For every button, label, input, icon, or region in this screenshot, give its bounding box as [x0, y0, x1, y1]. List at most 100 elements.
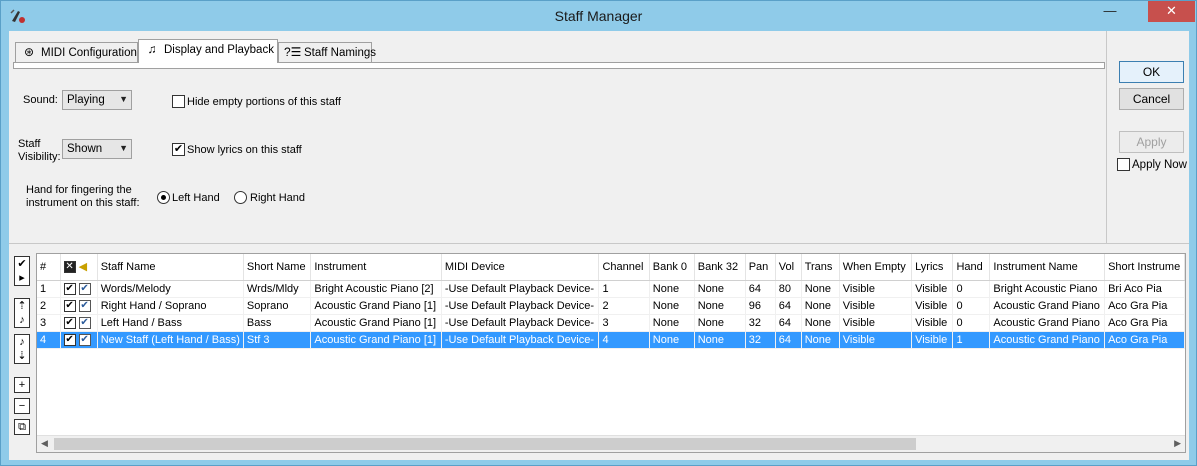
cell-lyrics[interactable]: Visible: [911, 280, 954, 298]
cell-staff-name[interactable]: Words/Melody: [97, 280, 244, 298]
cell-channel[interactable]: 4: [598, 331, 650, 349]
cell-instrument[interactable]: Acoustic Grand Piano [1]: [310, 331, 442, 349]
include-checkbox[interactable]: ✔: [63, 316, 76, 329]
cell-lyrics[interactable]: Visible: [911, 314, 954, 332]
cell-staff-name[interactable]: Left Hand / Bass: [97, 314, 244, 332]
duplicate-staff-tool[interactable]: ⧉: [14, 419, 30, 435]
cell-vol[interactable]: 64: [775, 331, 802, 349]
cell-when-empty[interactable]: Visible: [839, 280, 913, 298]
cell-instrument[interactable]: Bright Acoustic Piano [2]: [310, 280, 442, 298]
play-checkbox[interactable]: ✔: [78, 316, 91, 329]
cell-instrument-name[interactable]: Bright Acoustic Piano: [989, 280, 1106, 298]
cell-vol[interactable]: 80: [775, 280, 802, 298]
cell-short-instrument[interactable]: Aco Gra Pia: [1104, 314, 1185, 332]
col-header-vol[interactable]: Vol: [775, 254, 802, 281]
cell-bank0[interactable]: None: [649, 331, 695, 349]
apply-button[interactable]: Apply: [1119, 131, 1184, 153]
col-header-short-instrument[interactable]: Short Instrume: [1104, 254, 1185, 281]
col-header-instrument-name[interactable]: Instrument Name: [989, 254, 1106, 281]
play-checkbox[interactable]: ✔: [78, 333, 91, 346]
right-hand-radio[interactable]: [234, 191, 247, 204]
cell-trans[interactable]: None: [801, 297, 840, 315]
title-bar[interactable]: Staff Manager — ✕: [1, 1, 1196, 31]
cell-trans[interactable]: None: [801, 331, 840, 349]
cell-short-instrument[interactable]: Aco Gra Pia: [1104, 331, 1185, 349]
cell-trans[interactable]: None: [801, 280, 840, 298]
horizontal-scrollbar[interactable]: ◀ ▶: [37, 435, 1185, 452]
cell-instrument[interactable]: Acoustic Grand Piano [1]: [310, 297, 442, 315]
cell-staff-name[interactable]: Right Hand / Soprano: [97, 297, 244, 315]
cell-hand[interactable]: 1: [952, 331, 991, 349]
tab-staff-namings[interactable]: ?☰ Staff Namings: [278, 42, 376, 62]
col-header-short-name[interactable]: Short Name: [243, 254, 312, 281]
col-header-channel[interactable]: Channel: [598, 254, 650, 281]
col-header-lyrics[interactable]: Lyrics: [911, 254, 954, 281]
cell-bank0[interactable]: None: [649, 314, 695, 332]
play-checkbox[interactable]: ✔: [78, 282, 91, 295]
cell-pan[interactable]: 32: [745, 331, 776, 349]
include-checkbox[interactable]: ✔: [63, 333, 76, 346]
cell-midi-device[interactable]: -Use Default Playback Device-: [441, 331, 600, 349]
table-row[interactable]: 3 ✔ ✔ Left Hand / Bass Bass Acoustic Gra…: [37, 314, 1185, 332]
cell-hand[interactable]: 0: [952, 297, 991, 315]
cell-pan[interactable]: 64: [745, 280, 776, 298]
cell-bank32[interactable]: None: [694, 331, 746, 349]
table-row[interactable]: 1 ✔ ✔ Words/Melody Wrds/Mldy Bright Acou…: [37, 280, 1185, 298]
cell-bank32[interactable]: None: [694, 314, 746, 332]
play-checkbox[interactable]: ✔: [78, 299, 91, 312]
cell-instrument-name[interactable]: Acoustic Grand Piano: [989, 297, 1106, 315]
table-row-selected[interactable]: 4 ✔ ✔ New Staff (Left Hand / Bass) Stf 3…: [37, 331, 1185, 349]
table-row[interactable]: 2 ✔ ✔ Right Hand / Soprano Soprano Acous…: [37, 297, 1185, 315]
cell-short-instrument[interactable]: Bri Aco Pia: [1104, 280, 1185, 298]
col-header-bank32[interactable]: Bank 32: [694, 254, 746, 281]
hide-empty-checkbox[interactable]: [172, 95, 185, 108]
cell-vol[interactable]: 64: [775, 314, 802, 332]
tab-display-and-playback[interactable]: ♫ Display and Playback: [138, 39, 278, 63]
cell-when-empty[interactable]: Visible: [839, 297, 913, 315]
cell-bank32[interactable]: None: [694, 280, 746, 298]
cell-instrument-name[interactable]: Acoustic Grand Piano: [989, 331, 1106, 349]
left-hand-radio[interactable]: [157, 191, 170, 204]
show-lyrics-checkbox[interactable]: ✔: [172, 143, 185, 156]
col-header-trans[interactable]: Trans: [801, 254, 840, 281]
col-header-bank0[interactable]: Bank 0: [649, 254, 695, 281]
include-checkbox[interactable]: ✔: [63, 299, 76, 312]
include-checkbox[interactable]: ✔: [63, 282, 76, 295]
cell-trans[interactable]: None: [801, 314, 840, 332]
col-header-pan[interactable]: Pan: [745, 254, 776, 281]
scrollbar-thumb[interactable]: [54, 438, 916, 450]
cell-midi-device[interactable]: -Use Default Playback Device-: [441, 314, 600, 332]
cell-when-empty[interactable]: Visible: [839, 314, 913, 332]
cell-bank32[interactable]: None: [694, 297, 746, 315]
col-header-staff-name[interactable]: Staff Name: [97, 254, 244, 281]
cell-short-name[interactable]: Bass: [243, 314, 312, 332]
cell-midi-device[interactable]: -Use Default Playback Device-: [441, 280, 600, 298]
cell-short-name[interactable]: Wrds/Mldy: [243, 280, 312, 298]
cell-instrument[interactable]: Acoustic Grand Piano [1]: [310, 314, 442, 332]
cell-hand[interactable]: 0: [952, 314, 991, 332]
col-header-instrument[interactable]: Instrument: [310, 254, 442, 281]
cancel-button[interactable]: Cancel: [1119, 88, 1184, 110]
visibility-select[interactable]: Shown ▼: [62, 139, 132, 159]
cell-channel[interactable]: 1: [598, 280, 650, 298]
cell-lyrics[interactable]: Visible: [911, 297, 954, 315]
cell-bank0[interactable]: None: [649, 297, 695, 315]
cell-pan[interactable]: 96: [745, 297, 776, 315]
cell-short-name[interactable]: Soprano: [243, 297, 312, 315]
col-header-number[interactable]: #: [37, 254, 61, 281]
check-dropdown-tool[interactable]: ✔ ▸: [14, 256, 30, 286]
cell-vol[interactable]: 64: [775, 297, 802, 315]
move-up-tool[interactable]: ⇡ ♪: [14, 298, 30, 328]
col-header-midi-device[interactable]: MIDI Device: [441, 254, 600, 281]
cell-channel[interactable]: 2: [598, 297, 650, 315]
minimize-button[interactable]: —: [1095, 1, 1125, 22]
sound-select[interactable]: Playing ▼: [62, 90, 132, 110]
cell-channel[interactable]: 3: [598, 314, 650, 332]
scroll-left-icon[interactable]: ◀: [41, 438, 48, 449]
close-button[interactable]: ✕: [1148, 1, 1195, 22]
cell-staff-name[interactable]: New Staff (Left Hand / Bass): [97, 331, 244, 349]
cell-pan[interactable]: 32: [745, 314, 776, 332]
cell-midi-device[interactable]: -Use Default Playback Device-: [441, 297, 600, 315]
cell-instrument-name[interactable]: Acoustic Grand Piano: [989, 314, 1106, 332]
apply-now-checkbox[interactable]: [1117, 158, 1130, 171]
